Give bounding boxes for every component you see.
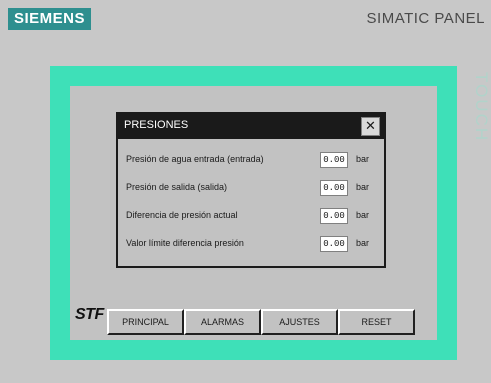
dialog-title: PRESIONES xyxy=(124,119,189,131)
stf-logo: STF xyxy=(75,306,104,323)
close-icon: ✕ xyxy=(365,119,376,134)
field-label: Valor límite diferencia presión xyxy=(126,238,244,248)
brand-logo: SIEMENS xyxy=(8,8,92,30)
field-unit: bar xyxy=(356,182,370,192)
pressures-dialog: PRESIONES ✕ Presión de agua entrada (ent… xyxy=(116,112,386,268)
field-label: Presión de agua entrada (entrada) xyxy=(126,154,264,164)
dialog-titlebar: PRESIONES ✕ xyxy=(118,114,384,139)
field-row: Valor límite diferencia presión 0.00 bar xyxy=(126,236,380,254)
nav-button-alarmas[interactable]: ALARMAS xyxy=(184,309,261,335)
field-unit: bar xyxy=(356,238,370,248)
field-value[interactable]: 0.00 xyxy=(320,180,348,196)
bottom-nav-bar: PRINCIPAL ALARMAS AJUSTES RESET xyxy=(107,309,415,335)
hmi-panel-frame: SIEMENS SIMATIC PANEL TOUCH PRESIONES ✕ … xyxy=(0,0,491,383)
field-row: Presión de salida (salida) 0.00 bar xyxy=(126,180,380,198)
field-unit: bar xyxy=(356,210,370,220)
field-label: Presión de salida (salida) xyxy=(126,182,228,192)
field-row: Presión de agua entrada (entrada) 0.00 b… xyxy=(126,152,380,170)
nav-button-reset[interactable]: RESET xyxy=(338,309,415,335)
hmi-screen: PRESIONES ✕ Presión de agua entrada (ent… xyxy=(70,86,437,340)
field-label: Diferencia de presión actual xyxy=(126,210,238,220)
touch-label: TOUCH xyxy=(472,72,491,143)
field-value[interactable]: 0.00 xyxy=(320,208,348,224)
field-row: Diferencia de presión actual 0.00 bar xyxy=(126,208,380,226)
nav-button-ajustes[interactable]: AJUSTES xyxy=(261,309,338,335)
field-value[interactable]: 0.00 xyxy=(320,236,348,252)
field-value[interactable]: 0.00 xyxy=(320,152,348,168)
panel-model-label: SIMATIC PANEL xyxy=(366,10,485,27)
nav-button-principal[interactable]: PRINCIPAL xyxy=(107,309,184,335)
close-button[interactable]: ✕ xyxy=(361,117,380,136)
field-unit: bar xyxy=(356,154,370,164)
